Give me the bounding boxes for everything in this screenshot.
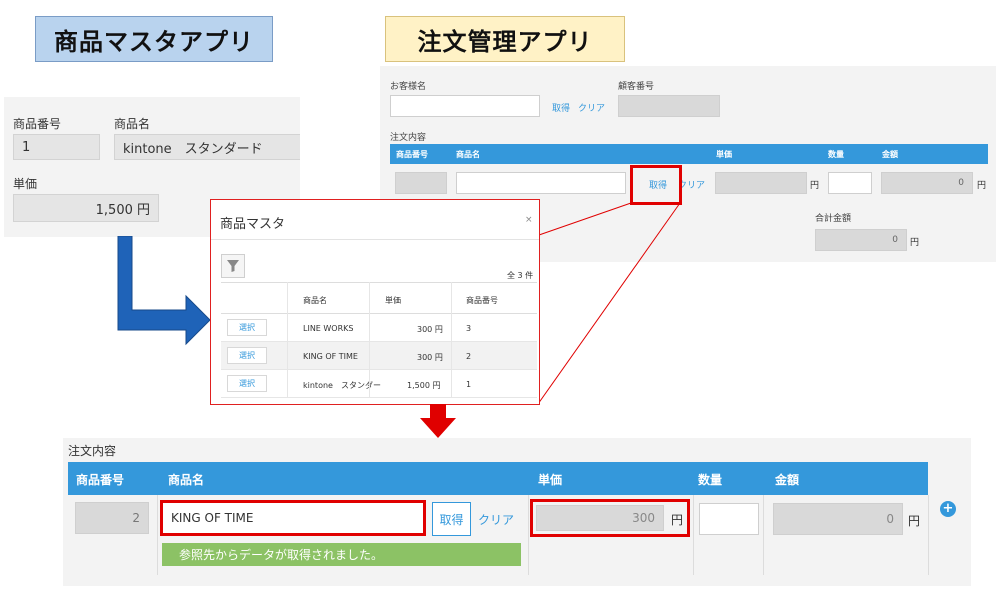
fetch-button-highlight (630, 165, 682, 205)
col-code: 商品番号 (396, 150, 428, 159)
col-name: 商品名 (168, 473, 205, 487)
product-master-app-title: 商品マスタアプリ (35, 16, 273, 62)
row-product-name: LINE WORKS (303, 324, 354, 333)
order-app-title: 注文管理アプリ (385, 16, 625, 62)
close-icon[interactable]: × (525, 215, 533, 225)
row-name-input[interactable] (456, 172, 626, 194)
row-qty-input[interactable] (828, 172, 872, 194)
customer-name-input[interactable] (390, 95, 540, 117)
customer-clear-link[interactable]: クリア (578, 101, 605, 114)
table-row: 選択 KING OF TIME 300 円 2 (221, 342, 537, 370)
order-content-label: 注文内容 (390, 133, 427, 143)
dialog-table-header: 商品名 単価 商品番号 (221, 282, 537, 314)
result-price-unit: 円 (671, 513, 684, 527)
dialog-col-code: 商品番号 (466, 296, 498, 305)
row-clear-link[interactable]: クリア (678, 178, 705, 191)
result-name-input[interactable]: KING OF TIME (160, 500, 426, 536)
row-code-field (395, 172, 447, 194)
total-label: 合計金額 (815, 214, 852, 224)
result-qty-input[interactable] (699, 503, 759, 535)
customer-number-label: 顧客番号 (618, 82, 655, 92)
result-clear-link[interactable]: クリア (478, 511, 514, 528)
col-name: 商品名 (456, 150, 480, 159)
cell-divider (157, 495, 158, 575)
dialog-divider (369, 282, 370, 398)
flow-arrow-icon (117, 236, 211, 346)
result-price-highlight: 300 円 (530, 499, 690, 537)
unit-price-label: 単価 (13, 177, 38, 191)
result-section-label: 注文内容 (68, 444, 117, 458)
col-price: 単価 (538, 473, 563, 487)
result-fetch-button[interactable]: 取得 (432, 502, 471, 536)
dialog-divider (451, 282, 452, 398)
customer-fetch-link[interactable]: 取得 (552, 101, 570, 114)
product-name-value: kintone スタンダード (114, 134, 300, 160)
result-count: 全 3 件 (507, 271, 534, 280)
col-amount: 金額 (882, 150, 898, 159)
down-arrow-icon (420, 404, 456, 438)
select-button[interactable]: 選択 (227, 375, 267, 392)
filter-button[interactable] (221, 254, 245, 278)
row-amount-field: 0 (881, 172, 973, 194)
product-code-value: 1 (13, 134, 100, 160)
cell-divider (693, 495, 694, 575)
row-price-unit: 円 (810, 181, 820, 191)
row-product-code: 2 (466, 352, 472, 361)
col-price: 単価 (716, 150, 732, 159)
row-product-price: 300 円 (417, 325, 443, 334)
success-message: 参照先からデータが取得されました。 (162, 543, 521, 566)
order-content-result: 注文内容 商品番号 商品名 単価 数量 金額 2 KING OF TIME 取得… (63, 438, 971, 586)
select-button[interactable]: 選択 (227, 347, 267, 364)
table-row: 選択 LINE WORKS 300 円 3 (221, 314, 537, 342)
result-code-field: 2 (75, 502, 149, 534)
dialog-header: 商品マスタ × (211, 200, 539, 240)
col-qty: 数量 (698, 473, 723, 487)
table-row: 選択 kintone スタンダー 1,500 円 1 (221, 370, 537, 398)
cell-divider (763, 495, 764, 575)
dialog-col-name: 商品名 (303, 296, 327, 305)
col-amount: 金額 (775, 473, 800, 487)
result-price-field: 300 (536, 505, 664, 531)
total-field: 0 (815, 229, 907, 251)
add-row-icon[interactable]: + (940, 501, 956, 517)
dialog-title: 商品マスタ (220, 217, 286, 232)
customer-number-field (618, 95, 720, 117)
customer-name-label: お客様名 (390, 82, 427, 92)
unit-price-value: 1,500 円 (13, 194, 159, 222)
row-amount-unit: 円 (977, 181, 987, 191)
row-product-price: 300 円 (417, 353, 443, 362)
row-product-code: 3 (466, 324, 472, 333)
dialog-divider (287, 282, 288, 398)
row-price-field (715, 172, 807, 194)
select-button[interactable]: 選択 (227, 319, 267, 336)
result-amount-unit: 円 (908, 514, 921, 528)
row-product-name: KING OF TIME (303, 352, 358, 361)
product-lookup-dialog: 商品マスタ × 全 3 件 商品名 単価 商品番号 選択 LINE WORKS … (210, 199, 540, 405)
result-amount-field: 0 (773, 503, 903, 535)
product-name-label: 商品名 (114, 117, 151, 131)
product-code-label: 商品番号 (13, 117, 62, 131)
col-qty: 数量 (828, 150, 844, 159)
row-product-code: 1 (466, 380, 472, 389)
cell-divider (928, 495, 929, 575)
cell-divider (528, 495, 529, 575)
dialog-col-price: 単価 (385, 296, 401, 305)
filter-icon (227, 260, 239, 272)
col-code: 商品番号 (76, 473, 125, 487)
total-unit: 円 (910, 238, 920, 248)
order-table-header: 商品番号 商品名 単価 数量 金額 (390, 144, 988, 164)
row-product-price: 1,500 円 (407, 381, 441, 390)
result-table-header: 商品番号 商品名 単価 数量 金額 (68, 462, 928, 495)
